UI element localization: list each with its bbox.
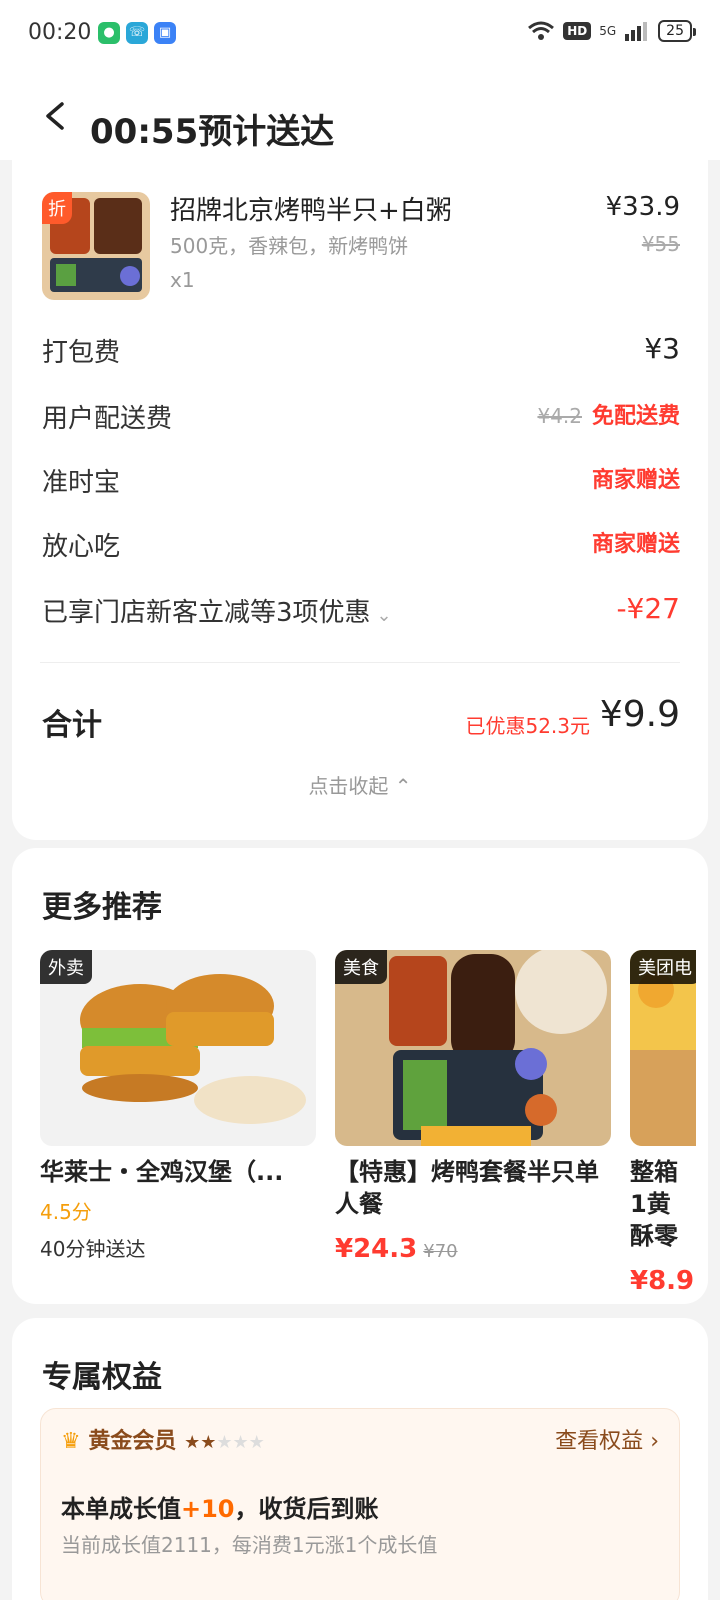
member-stars-icon: ★★★★★ bbox=[184, 1432, 265, 1453]
recommend-item-burger[interactable]: 外卖 华莱士・全鸡汉堡（... 4.5分 40分钟送达 bbox=[40, 950, 316, 1262]
recommend-title: 更多推荐 bbox=[42, 890, 162, 925]
growth-value-text: 本单成长值+10，收货后到账 bbox=[61, 1495, 379, 1523]
chevron-down-icon: ⌄ bbox=[376, 605, 392, 626]
member-level: 黄金会员 bbox=[88, 1429, 177, 1454]
fee-value-wrap: ¥4.2 免配送费 bbox=[537, 398, 680, 430]
recommend-rating: 4.5分 bbox=[40, 1200, 92, 1224]
benefits-title: 专属权益 bbox=[42, 1360, 162, 1395]
wechat-icon: ● bbox=[98, 22, 120, 44]
order-summary-card: 折 招牌北京烤鸭半只+白粥 500克，香辣包，新烤鸭饼 x1 ¥33.9 ¥55… bbox=[12, 150, 708, 840]
fee-value: 商家赠送 bbox=[591, 468, 680, 493]
item-original-price: ¥55 bbox=[641, 232, 680, 256]
battery-indicator: 25 bbox=[658, 20, 696, 42]
fee-value: 商家赠送 bbox=[591, 532, 680, 557]
chevron-right-icon: › bbox=[650, 1429, 659, 1454]
recommend-card: 更多推荐 外卖 华莱士・全鸡汉堡（... 4.5分 40分钟送达 美食 【特惠】… bbox=[12, 848, 708, 1304]
recommend-item-duck[interactable]: 美食 【特惠】烤鸭套餐半只单人餐 ¥24.3 ¥70 bbox=[335, 950, 611, 1264]
item-price: ¥33.9 bbox=[605, 192, 680, 222]
member-header: ♛ 黄金会员 ★★★★★ bbox=[61, 1423, 265, 1455]
pastry-image: 美团电 bbox=[630, 950, 696, 1146]
item-name: 招牌北京烤鸭半只+白粥 bbox=[170, 196, 452, 226]
member-crown-icon: ♛ bbox=[61, 1429, 81, 1454]
chevron-up-icon: ⌃ bbox=[394, 774, 412, 798]
status-indicators: HD 5G 25 bbox=[527, 20, 696, 42]
status-bar: 00:20 ● ☏ ▣ HD 5G 25 bbox=[0, 0, 720, 70]
recommend-price-wrap: ¥24.3 ¥70 bbox=[335, 1234, 611, 1264]
divider bbox=[40, 662, 680, 663]
recommend-price: ¥8.9 bbox=[630, 1266, 695, 1296]
phone-icon: ☏ bbox=[126, 22, 148, 44]
recommend-name: 华莱士・全鸡汉堡（... bbox=[40, 1158, 284, 1186]
fee-label: 打包费 bbox=[42, 338, 121, 368]
network-label: 5G bbox=[599, 24, 617, 38]
discount-badge: 折 bbox=[42, 192, 72, 224]
recommend-price: ¥24.3 bbox=[335, 1234, 418, 1264]
recommend-item-pastry[interactable]: 美团电 整箱1黄酥零 ¥8.9 bbox=[630, 950, 696, 1296]
item-spec: 500克，香辣包，新烤鸭饼 bbox=[170, 234, 409, 258]
fee-value: ¥3 bbox=[644, 332, 680, 365]
burger-image: 外卖 bbox=[40, 950, 316, 1146]
growth-value-note: 当前成长值2111，每消费1元涨1个成长值 bbox=[61, 1533, 438, 1557]
item-thumbnail[interactable]: 折 bbox=[42, 192, 150, 300]
wifi-icon bbox=[528, 21, 555, 40]
recommend-tag: 美团电 bbox=[630, 950, 696, 984]
benefits-card: 专属权益 ♛ 黄金会员 ★★★★★ 查看权益 › 本单成长值+10，收货后到账 … bbox=[12, 1318, 708, 1600]
fee-label: 准时宝 bbox=[42, 468, 121, 498]
total-amount: ¥9.9 bbox=[599, 694, 680, 735]
recommend-tag: 美食 bbox=[335, 950, 387, 984]
fee-label: 用户配送费 bbox=[42, 404, 173, 434]
recommend-tag: 外卖 bbox=[40, 950, 92, 984]
recommend-name: 【特惠】烤鸭套餐半只单人餐 bbox=[335, 1158, 599, 1218]
fee-row-safe: 放心吃 商家赠送 bbox=[42, 526, 680, 566]
discount-row[interactable]: 已享门店新客立减等3项优惠 ⌄ -¥27 bbox=[42, 592, 680, 632]
delivery-original-fee: ¥4.2 bbox=[537, 404, 582, 428]
status-time: 00:20 bbox=[28, 20, 92, 45]
recommend-delivery-time: 40分钟送达 bbox=[40, 1237, 146, 1261]
hd-badge: HD bbox=[563, 22, 592, 40]
sim-icon: ▣ bbox=[154, 22, 176, 44]
discount-value: -¥27 bbox=[616, 592, 680, 625]
recommend-original-price: ¥70 bbox=[423, 1241, 458, 1262]
fee-row-packing: 打包费 ¥3 bbox=[42, 332, 680, 372]
fee-row-ontime: 准时宝 商家赠送 bbox=[42, 462, 680, 502]
free-delivery-label: 免配送费 bbox=[591, 404, 680, 429]
back-arrow-icon[interactable] bbox=[38, 98, 74, 134]
discount-label: 已享门店新客立减等3项优惠 ⌄ bbox=[42, 598, 392, 628]
item-quantity: x1 bbox=[170, 268, 195, 292]
fee-row-delivery: 用户配送费 ¥4.2 免配送费 bbox=[42, 398, 680, 438]
duck-image: 美食 bbox=[335, 950, 611, 1146]
signal-icon bbox=[625, 22, 648, 41]
fee-label: 放心吃 bbox=[42, 532, 121, 562]
saved-amount: 已优惠52.3元 bbox=[465, 714, 590, 738]
recommend-name: 整箱1黄酥零 bbox=[630, 1158, 678, 1250]
status-app-icons: ● ☏ ▣ bbox=[98, 22, 176, 44]
page-header: 00:55预计送达 bbox=[0, 70, 720, 160]
member-panel: ♛ 黄金会员 ★★★★★ 查看权益 › 本单成长值+10，收货后到账 当前成长值… bbox=[40, 1408, 680, 1600]
total-label: 合计 bbox=[42, 708, 102, 743]
collapse-button[interactable]: 点击收起 ⌃ bbox=[12, 770, 708, 799]
page-title: 00:55预计送达 bbox=[90, 112, 335, 152]
view-benefits-link[interactable]: 查看权益 › bbox=[555, 1423, 659, 1455]
